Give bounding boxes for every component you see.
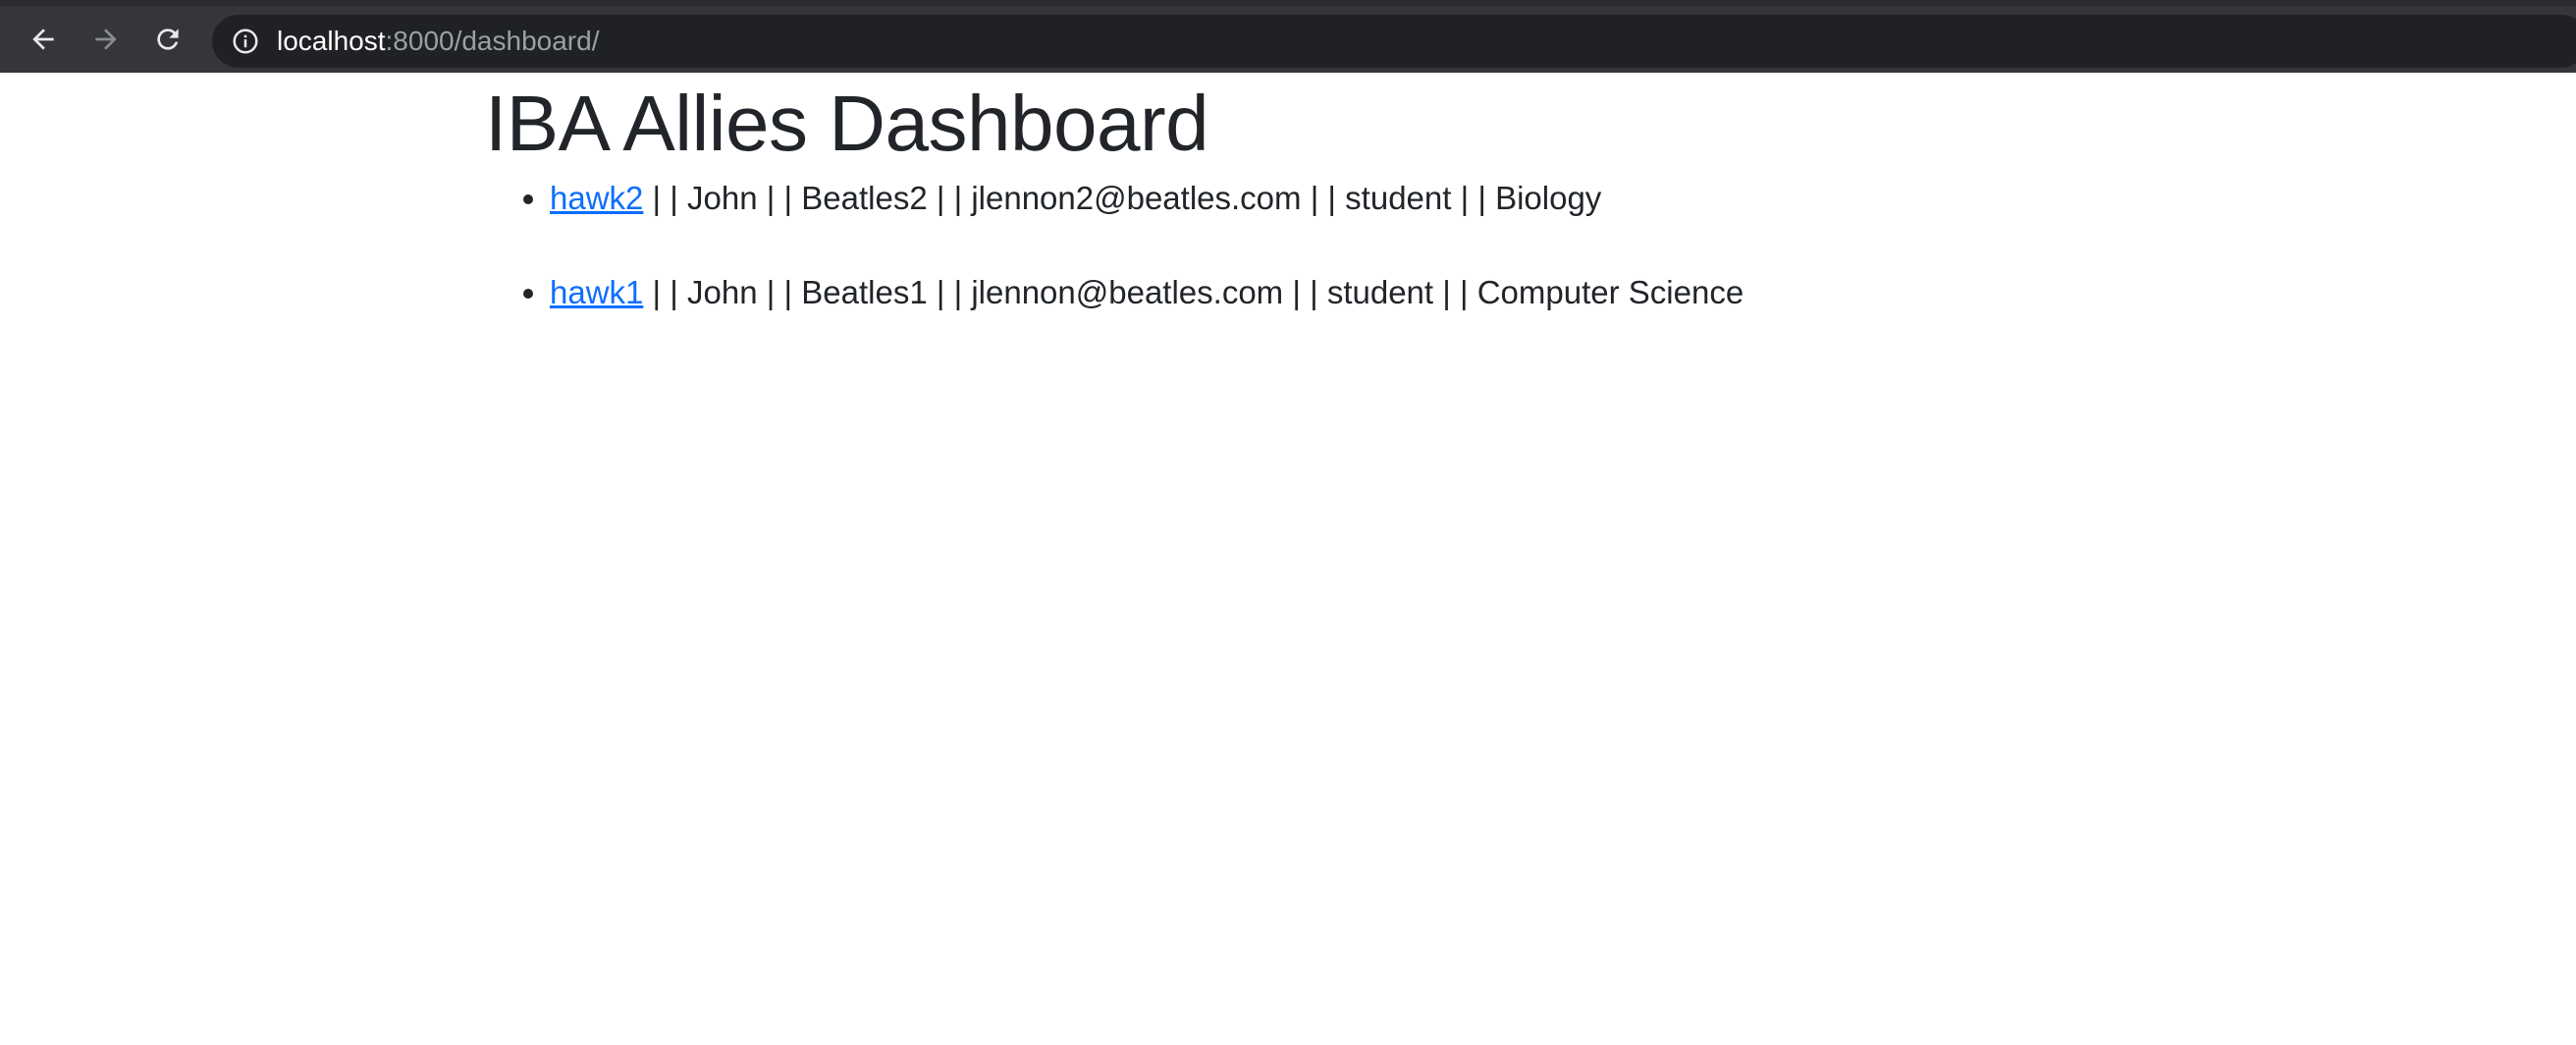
user-details: | | John | | Beatles1 | | jlennon@beatle… — [643, 274, 1744, 310]
list-item: hawk1 | | John | | Beatles1 | | jlennon@… — [550, 269, 2576, 316]
user-link-hawk1[interactable]: hawk1 — [550, 274, 643, 310]
back-arrow-icon — [32, 28, 54, 50]
main-content: IBA Allies Dashboard hawk2 | | John | | … — [485, 73, 2576, 363]
user-details: | | John | | Beatles2 | | jlennon2@beatl… — [643, 180, 1602, 216]
url-host: localhost — [277, 26, 386, 56]
page-title: IBA Allies Dashboard — [485, 80, 1209, 167]
forward-button[interactable] — [86, 20, 126, 59]
browser-toolbar: localhost:8000/dashboard/ — [0, 0, 2576, 73]
back-button[interactable] — [24, 20, 63, 59]
url-path: :8000/dashboard/ — [385, 26, 600, 56]
reload-button[interactable] — [148, 20, 188, 59]
user-link-hawk2[interactable]: hawk2 — [550, 180, 643, 216]
info-icon[interactable] — [230, 26, 261, 57]
address-bar[interactable]: localhost:8000/dashboard/ — [212, 15, 2576, 68]
user-list: hawk2 | | John | | Beatles2 | | jlennon2… — [485, 175, 2576, 316]
reload-icon — [157, 28, 179, 50]
url-text[interactable]: localhost:8000/dashboard/ — [277, 26, 599, 57]
forward-arrow-icon — [95, 28, 117, 50]
list-item: hawk2 | | John | | Beatles2 | | jlennon2… — [550, 175, 2576, 222]
